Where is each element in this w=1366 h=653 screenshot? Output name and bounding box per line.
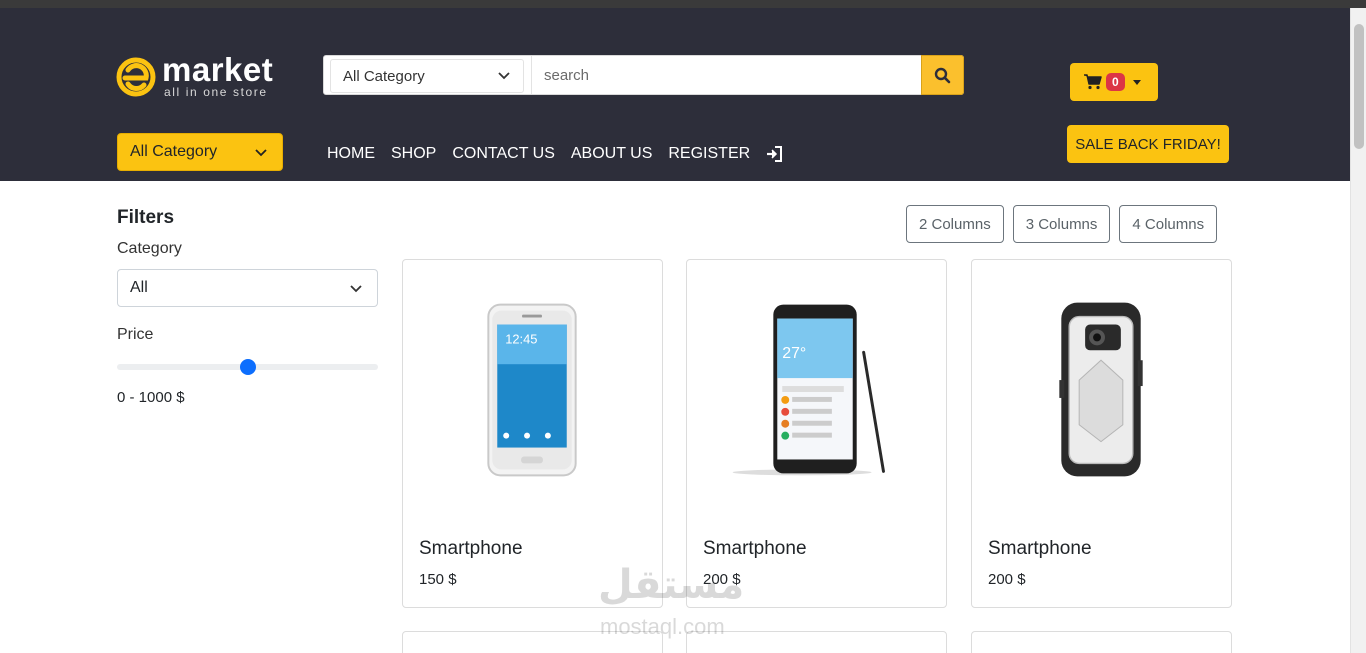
sale-button[interactable]: SALE BACK FRIDAY!: [1067, 125, 1229, 163]
filters-title: Filters: [117, 207, 175, 228]
product-name: Smartphone: [988, 538, 1092, 559]
nav-link-contact-us[interactable]: CONTACT US: [452, 145, 555, 163]
main-nav: HOME SHOP CONTACT US ABOUT US REGISTER: [327, 143, 784, 165]
product-name: Smartphone: [419, 538, 523, 559]
product-card[interactable]: Smartphone 200 $: [971, 259, 1232, 608]
svg-text:12:45: 12:45: [505, 331, 537, 346]
category-filter-select[interactable]: All: [117, 269, 378, 307]
two-columns-button[interactable]: 2 Columns: [906, 205, 1004, 243]
browser-top-strip: [0, 0, 1366, 8]
search-input[interactable]: [531, 56, 923, 94]
nav-category-value: All Category: [130, 143, 218, 160]
caret-down-icon: [1132, 79, 1141, 85]
page-scrollbar[interactable]: [1350, 8, 1366, 653]
price-slider[interactable]: [117, 359, 378, 375]
white-smartphone-image: 12:45: [487, 303, 577, 477]
nav-link-register[interactable]: REGISTER: [668, 145, 750, 163]
nav-link-home[interactable]: HOME: [327, 145, 375, 163]
chevron-down-icon: [350, 285, 362, 293]
search-icon: [934, 67, 951, 83]
cart-icon: [1084, 74, 1102, 90]
search-button[interactable]: [921, 55, 964, 95]
price-label: Price: [117, 326, 154, 343]
three-columns-button[interactable]: 3 Columns: [1012, 205, 1111, 243]
nav-link-shop[interactable]: SHOP: [391, 145, 436, 163]
scrollbar-thumb[interactable]: [1354, 24, 1364, 149]
product-card[interactable]: 27° Smartphone 200 $: [686, 259, 947, 608]
svg-text:27°: 27°: [782, 345, 806, 362]
brand-name: market: [162, 51, 274, 88]
category-filter-value: All: [130, 279, 148, 296]
chevron-down-icon: [255, 149, 267, 157]
search-category-select[interactable]: All Category: [330, 59, 524, 93]
brand-tagline: all in one store: [164, 85, 268, 99]
white-rugged-phone-case-image: [1059, 302, 1143, 477]
black-smartphone-with-stylus-image: 27°: [732, 304, 885, 476]
product-name: Smartphone: [703, 538, 807, 559]
site-logo[interactable]: market all in one store: [116, 51, 286, 103]
product-card[interactable]: [686, 631, 947, 653]
category-label: Category: [117, 240, 182, 257]
product-card[interactable]: [402, 631, 663, 653]
product-price: 200 $: [703, 571, 741, 588]
product-price: 200 $: [988, 571, 1026, 588]
e-logo-icon: [116, 57, 156, 97]
price-range-text: 0 - 1000 $: [117, 389, 185, 406]
product-card[interactable]: [971, 631, 1232, 653]
column-toggle-group: 2 Columns 3 Columns 4 Columns: [906, 205, 1226, 243]
product-price: 150 $: [419, 571, 457, 588]
nav-category-select[interactable]: All Category: [117, 133, 283, 171]
nav-link-about-us[interactable]: ABOUT US: [571, 145, 653, 163]
cart-button[interactable]: 0: [1070, 63, 1158, 101]
search-bar: All Category: [323, 55, 964, 95]
sign-in-icon[interactable]: [766, 145, 784, 163]
cart-count-badge: 0: [1106, 73, 1125, 91]
search-category-value: All Category: [343, 68, 425, 85]
chevron-down-icon: [498, 72, 510, 80]
price-slider-thumb[interactable]: [239, 359, 256, 375]
four-columns-button[interactable]: 4 Columns: [1119, 205, 1218, 243]
product-card[interactable]: 12:45 Smartphone 150 $: [402, 259, 663, 608]
